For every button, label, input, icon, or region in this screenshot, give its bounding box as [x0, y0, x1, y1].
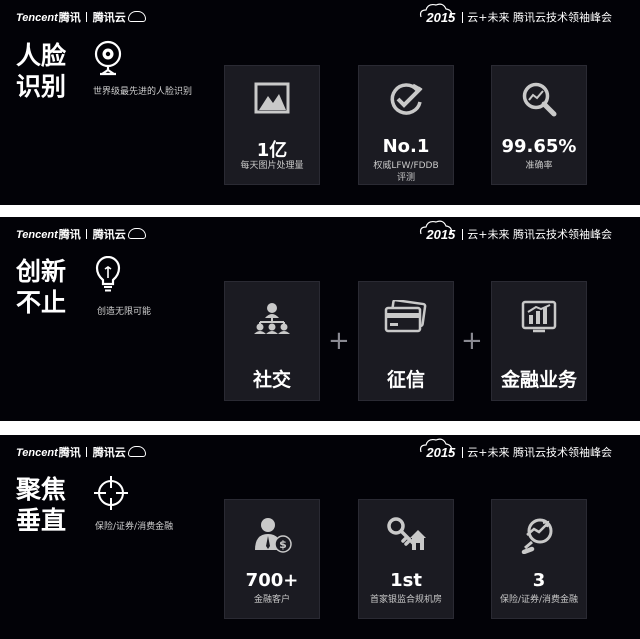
event-year: 2015 — [420, 3, 458, 25]
business-label: 征信 — [386, 369, 425, 391]
tencent-logo: Tencent腾讯 腾讯云 — [16, 9, 146, 25]
slide-vertical-focus: Tencent腾讯 腾讯云 2015 云+未来 腾讯云技术领袖峰会 聚焦 垂直 保… — [0, 435, 640, 639]
stat-card-datacenter: 1st 首家银监合规机房 — [358, 499, 454, 619]
event-header: 2015 云+未来 腾讯云技术领袖峰会 — [420, 220, 612, 242]
business-card-credit: 征信 — [358, 281, 454, 401]
stat-card-customers: $ 700+ 金融客户 — [224, 499, 320, 619]
slide-innovation: Tencent腾讯 腾讯云 2015 云+未来 腾讯云技术领袖峰会 创新 不止 创… — [0, 217, 640, 421]
financial-chart-icon — [521, 300, 557, 333]
stat-value: 3 — [532, 570, 546, 591]
event-title: 云+未来 腾讯云技术领袖峰会 — [467, 228, 612, 241]
business-label: 金融业务 — [500, 369, 577, 391]
stat-label: 保险/证券/消费金融 — [499, 595, 579, 605]
stat-card-images: 1亿 每天图片处理量 — [224, 65, 320, 185]
stat-value: No.1 — [382, 136, 430, 157]
image-icon — [254, 82, 290, 114]
webcam-icon — [94, 40, 122, 76]
plus-sign: + — [461, 326, 483, 356]
stat-value: 1亿 — [256, 140, 288, 161]
section-subtitle: 创造无限可能 — [97, 307, 152, 317]
event-title: 云+未来 腾讯云技术领袖峰会 — [467, 11, 612, 24]
customer-dollar-icon: $ — [255, 518, 292, 553]
section-subtitle: 世界级最先进的人脸识别 — [93, 87, 193, 97]
event-title: 云+未来 腾讯云技术领袖峰会 — [467, 446, 612, 459]
lightbulb-icon — [95, 256, 121, 292]
svg-text:$: $ — [279, 538, 287, 551]
cloud-outline-icon — [420, 220, 453, 234]
cloud-mark-icon — [127, 228, 146, 239]
event-year: 2015 — [420, 438, 458, 460]
slide-face-recognition: Tencent腾讯 腾讯云 2015 云+未来 腾讯云技术领袖峰会 人脸 识别 世… — [0, 0, 640, 205]
stat-label: 首家银监合规机房 — [369, 595, 442, 605]
tencent-logo: Tencent腾讯 腾讯云 — [16, 226, 146, 242]
section-title: 创新 不止 — [16, 257, 67, 317]
stat-card-ranking: No.1 权威LFW/FDDB 评测 — [358, 65, 454, 185]
crosshair-icon — [94, 476, 128, 510]
stat-card-accuracy: 99.65% 准确率 — [491, 65, 587, 185]
event-year: 2015 — [420, 220, 458, 242]
section-title: 人脸 识别 — [16, 41, 67, 101]
section-title: 聚焦 垂直 — [16, 475, 67, 535]
social-network-icon — [254, 303, 290, 334]
event-header: 2015 云+未来 腾讯云技术领袖峰会 — [420, 3, 612, 25]
cloud-mark-icon — [127, 446, 146, 457]
stat-value: 700+ — [245, 570, 299, 591]
magnifier-chart-icon — [522, 82, 557, 117]
business-card-social: 社交 — [224, 281, 320, 401]
stat-card-sectors: 3 保险/证券/消费金融 — [491, 499, 587, 619]
chart-magnifier-icon — [521, 518, 553, 554]
stat-value: 1st — [390, 570, 422, 591]
key-house-icon — [387, 517, 426, 550]
checkmark-refresh-icon — [390, 83, 423, 115]
plus-sign: + — [328, 326, 350, 356]
stat-label: 每天图片处理量 — [240, 161, 304, 171]
stat-label: 准确率 — [525, 161, 553, 171]
stat-label: 权威LFW/FDDB — [373, 161, 439, 171]
stat-label-line2: 评测 — [396, 173, 415, 183]
stat-label: 金融客户 — [253, 595, 290, 605]
credit-card-icon — [384, 300, 427, 333]
event-header: 2015 云+未来 腾讯云技术领袖峰会 — [420, 438, 612, 460]
cloud-outline-icon — [420, 438, 453, 452]
business-card-finance: 金融业务 — [491, 281, 587, 401]
stat-value: 99.65% — [501, 136, 577, 157]
cloud-outline-icon — [420, 3, 453, 17]
cloud-mark-icon — [127, 11, 146, 22]
business-label: 社交 — [252, 369, 291, 391]
tencent-logo: Tencent腾讯 腾讯云 — [16, 444, 146, 460]
section-subtitle: 保险/证券/消费金融 — [95, 522, 174, 532]
